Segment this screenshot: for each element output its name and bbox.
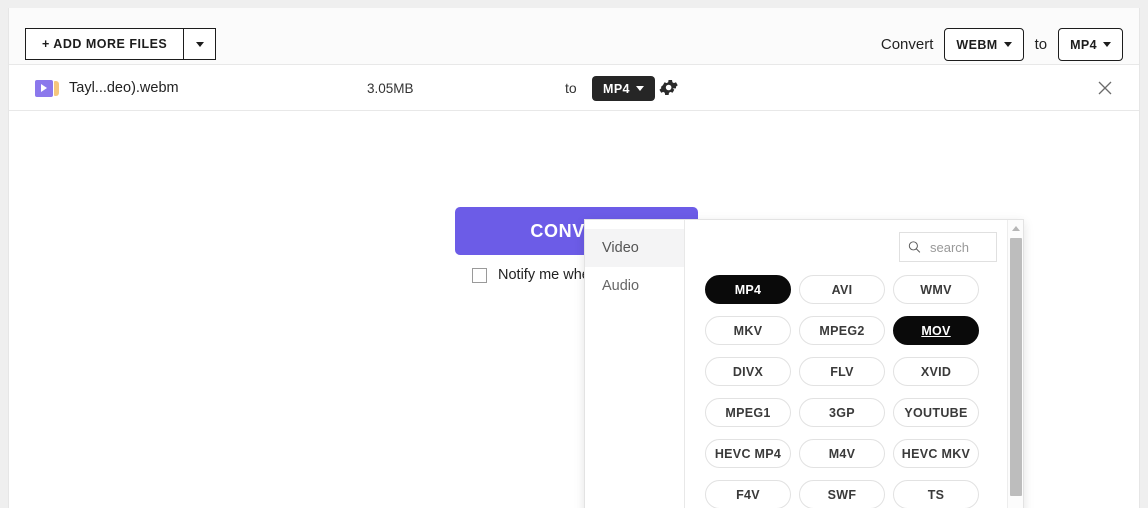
search-icon [908,241,921,253]
format-pill-divx[interactable]: DIVX [705,357,791,386]
file-format-dropdown-button[interactable]: MP4 [592,76,655,101]
format-pill-m4v[interactable]: M4V [799,439,885,468]
format-search-input[interactable] [928,238,988,256]
chevron-down-icon [1103,42,1111,47]
scroll-up-button[interactable] [1008,220,1023,236]
target-format-label: MP4 [1070,37,1097,52]
top-toolbar: + ADD MORE FILES Convert WEBM to MP4 [9,8,1139,65]
format-panel-main: MP4 AVI WMV MKV MPEG2 MOV DIVX FLV XVID MPEG1 3GP Y… [685,220,1023,508]
add-files-dropdown-button[interactable] [183,28,217,60]
format-pill-mkv[interactable]: MKV [705,316,791,345]
format-pill-f4v[interactable]: F4V [705,480,791,508]
file-row: Tayl...deo).webm 3.05MB to MP4 [9,65,1139,111]
close-icon-svg [1098,81,1112,95]
gear-icon[interactable] [659,77,680,98]
format-dropdown-panel: Video Audio MP4 AVI WMV MKV MPEG2 MOV DIVX FLV X… [584,219,1024,508]
convert-label: Convert [880,36,934,53]
source-format-dropdown[interactable]: WEBM [944,28,1024,61]
format-pill-hevc-mkv[interactable]: HEVC MKV [893,439,979,468]
close-icon[interactable] [1093,65,1117,111]
format-pill-avi[interactable]: AVI [799,275,885,304]
triangle-up-icon [1012,225,1020,231]
video-file-icon [35,79,59,97]
category-video[interactable]: Video [585,229,684,267]
file-format-label: MP4 [603,81,630,96]
category-audio[interactable]: Audio [585,267,684,305]
target-format-dropdown[interactable]: MP4 [1058,28,1123,61]
source-format-label: WEBM [956,37,998,52]
format-pill-flv[interactable]: FLV [799,357,885,386]
main-area: CONVERT Notify me when it is finished Vi… [9,111,1139,508]
format-category-list: Video Audio [585,220,685,508]
format-pill-hevc-mp4[interactable]: HEVC MP4 [705,439,791,468]
format-pill-grid: MP4 AVI WMV MKV MPEG2 MOV DIVX FLV XVID MPEG1 3GP Y… [705,275,1005,508]
scrollbar-thumb[interactable] [1010,238,1022,496]
file-identity: Tayl...deo).webm [35,65,179,111]
format-search-box[interactable] [899,232,997,262]
app-window: + ADD MORE FILES Convert WEBM to MP4 Tay… [8,8,1140,508]
format-pill-mpeg1[interactable]: MPEG1 [705,398,791,427]
gear-icon-svg [659,79,678,96]
format-pill-mov[interactable]: MOV [893,316,979,345]
chevron-down-icon [635,86,644,91]
format-pill-swf[interactable]: SWF [799,480,885,508]
file-to-label: to [565,80,577,96]
format-list-scrollbar[interactable] [1007,220,1023,508]
format-pill-mpeg2[interactable]: MPEG2 [799,316,885,345]
format-pill-xvid[interactable]: XVID [893,357,979,386]
chevron-down-icon [1003,42,1012,47]
format-pill-youtube[interactable]: YOUTUBE [893,398,979,427]
file-name: Tayl...deo).webm [69,80,179,96]
format-pill-3gp[interactable]: 3GP [799,398,885,427]
format-pill-wmv[interactable]: WMV [893,275,979,304]
format-pill-mp4[interactable]: MP4 [705,275,791,304]
chevron-down-icon [195,41,204,47]
global-convert-selector: Convert WEBM to MP4 [881,28,1123,61]
format-pill-ts[interactable]: TS [893,480,979,508]
notify-checkbox[interactable] [472,267,487,283]
add-more-files-button[interactable]: + ADD MORE FILES [25,28,184,60]
file-size: 3.05MB [367,80,414,96]
to-label: to [1034,36,1048,53]
add-files-group: + ADD MORE FILES [25,28,217,60]
